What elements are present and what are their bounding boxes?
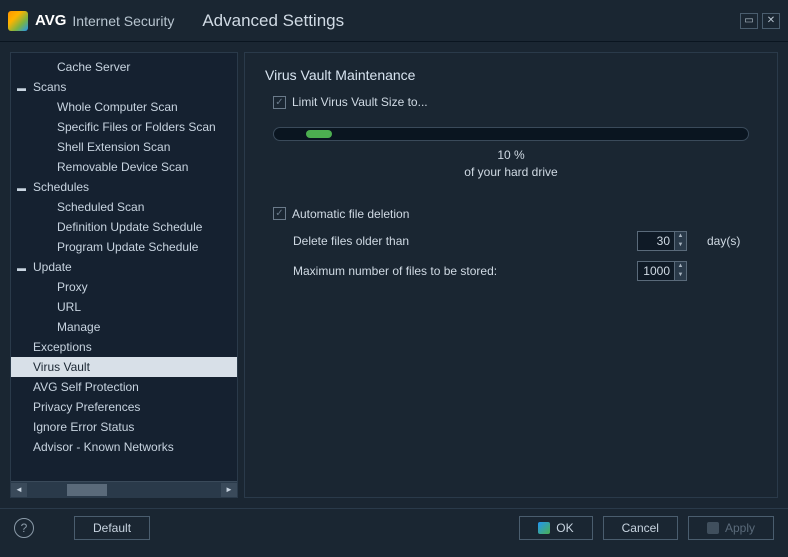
default-button[interactable]: Default bbox=[74, 516, 150, 540]
sidebar-scrollbar[interactable]: ◄ ► bbox=[11, 481, 237, 497]
brand-text: AVG bbox=[35, 12, 66, 29]
product-text: Internet Security bbox=[72, 13, 174, 29]
sidebar-item-whole-computer-scan[interactable]: Whole Computer Scan bbox=[11, 97, 237, 117]
logo-icon bbox=[8, 11, 28, 31]
spinner-down-icon[interactable]: ▼ bbox=[675, 271, 686, 280]
sidebar-item-label: Specific Files or Folders Scan bbox=[57, 120, 216, 134]
delete-older-unit: day(s) bbox=[707, 234, 757, 248]
max-files-spinner[interactable]: ▲ ▼ bbox=[637, 261, 687, 281]
sidebar-item-label: Ignore Error Status bbox=[33, 420, 134, 434]
window-title: Advanced Settings bbox=[202, 11, 344, 31]
settings-tree[interactable]: Cache Server ▬ Scans Whole Computer Scan Spe… bbox=[11, 53, 237, 481]
slider-subtext: of your hard drive bbox=[464, 165, 557, 179]
sidebar-item-label: Virus Vault bbox=[33, 360, 90, 374]
auto-delete-label: Automatic file deletion bbox=[292, 207, 409, 221]
cancel-button[interactable]: Cancel bbox=[603, 516, 678, 540]
sidebar-item-url[interactable]: URL bbox=[11, 297, 237, 317]
sidebar-item-definition-update-schedule[interactable]: Definition Update Schedule bbox=[11, 217, 237, 237]
titlebar: AVG Internet Security Advanced Settings … bbox=[0, 0, 788, 42]
sidebar-item-label: Manage bbox=[57, 320, 100, 334]
collapse-icon[interactable]: ▬ bbox=[17, 183, 29, 193]
minimize-button[interactable]: ▭ bbox=[740, 13, 758, 29]
sidebar-item-program-update-schedule[interactable]: Program Update Schedule bbox=[11, 237, 237, 257]
shield-icon bbox=[538, 522, 550, 534]
auto-delete-checkbox[interactable] bbox=[273, 207, 286, 220]
sidebar-item-manage[interactable]: Manage bbox=[11, 317, 237, 337]
sidebar-item-label: Program Update Schedule bbox=[57, 240, 198, 254]
slider-value: 10 % of your hard drive bbox=[273, 147, 749, 181]
ok-button[interactable]: OK bbox=[519, 516, 592, 540]
limit-vault-checkbox[interactable] bbox=[273, 96, 286, 109]
sidebar-item-label: Scans bbox=[33, 80, 66, 94]
limit-vault-label: Limit Virus Vault Size to... bbox=[292, 95, 428, 109]
slider-percent: 10 % bbox=[497, 148, 524, 162]
settings-sidebar: Cache Server ▬ Scans Whole Computer Scan Spe… bbox=[10, 52, 238, 498]
window-controls: ▭ ✕ bbox=[740, 13, 780, 29]
scroll-right-icon[interactable]: ► bbox=[221, 483, 237, 497]
sidebar-item-label: Whole Computer Scan bbox=[57, 100, 178, 114]
max-files-input[interactable] bbox=[638, 262, 674, 280]
apply-button[interactable]: Apply bbox=[688, 516, 774, 540]
main-panel: Virus Vault Maintenance Limit Virus Vaul… bbox=[244, 52, 778, 498]
sidebar-item-cache-server[interactable]: Cache Server bbox=[11, 57, 237, 77]
vault-size-slider[interactable] bbox=[273, 127, 749, 141]
sidebar-item-label: Removable Device Scan bbox=[57, 160, 188, 174]
sidebar-item-scans[interactable]: ▬ Scans bbox=[11, 77, 237, 97]
sidebar-item-label: Exceptions bbox=[33, 340, 92, 354]
sidebar-item-virus-vault[interactable]: Virus Vault bbox=[11, 357, 237, 377]
sidebar-item-exceptions[interactable]: Exceptions bbox=[11, 337, 237, 357]
sidebar-item-proxy[interactable]: Proxy bbox=[11, 277, 237, 297]
scroll-left-icon[interactable]: ◄ bbox=[11, 483, 27, 497]
sidebar-item-update[interactable]: ▬ Update bbox=[11, 257, 237, 277]
help-icon[interactable]: ? bbox=[14, 518, 34, 538]
sidebar-item-label: URL bbox=[57, 300, 81, 314]
sidebar-item-label: Cache Server bbox=[57, 60, 130, 74]
collapse-icon[interactable]: ▬ bbox=[17, 83, 29, 93]
sidebar-item-label: Definition Update Schedule bbox=[57, 220, 202, 234]
collapse-icon[interactable]: ▬ bbox=[17, 263, 29, 273]
sidebar-item-removable-device-scan[interactable]: Removable Device Scan bbox=[11, 157, 237, 177]
sidebar-item-ignore-error-status[interactable]: Ignore Error Status bbox=[11, 417, 237, 437]
delete-older-input[interactable] bbox=[638, 232, 674, 250]
sidebar-item-avg-self-protection[interactable]: AVG Self Protection bbox=[11, 377, 237, 397]
shield-grey-icon bbox=[707, 522, 719, 534]
sidebar-item-label: Update bbox=[33, 260, 72, 274]
sidebar-item-specific-files-or-folders-scan[interactable]: Specific Files or Folders Scan bbox=[11, 117, 237, 137]
section-title: Virus Vault Maintenance bbox=[265, 67, 757, 83]
spinner-up-icon[interactable]: ▲ bbox=[675, 262, 686, 271]
app-logo: AVG Internet Security bbox=[8, 11, 174, 31]
sidebar-item-label: Schedules bbox=[33, 180, 89, 194]
scroll-thumb[interactable] bbox=[67, 484, 107, 496]
sidebar-item-label: Scheduled Scan bbox=[57, 200, 144, 214]
sidebar-item-schedules[interactable]: ▬ Schedules bbox=[11, 177, 237, 197]
sidebar-item-advisor-known-networks[interactable]: Advisor - Known Networks bbox=[11, 437, 237, 457]
sidebar-item-scheduled-scan[interactable]: Scheduled Scan bbox=[11, 197, 237, 217]
sidebar-item-privacy-preferences[interactable]: Privacy Preferences bbox=[11, 397, 237, 417]
close-button[interactable]: ✕ bbox=[762, 13, 780, 29]
spinner-down-icon[interactable]: ▼ bbox=[675, 241, 686, 250]
sidebar-item-label: Privacy Preferences bbox=[33, 400, 140, 414]
spinner-up-icon[interactable]: ▲ bbox=[675, 232, 686, 241]
footer: ? Default OK Cancel Apply bbox=[0, 508, 788, 546]
slider-thumb[interactable] bbox=[306, 130, 332, 138]
sidebar-item-label: Advisor - Known Networks bbox=[33, 440, 174, 454]
delete-older-label: Delete files older than bbox=[293, 234, 637, 248]
sidebar-item-label: AVG Self Protection bbox=[33, 380, 139, 394]
sidebar-item-label: Shell Extension Scan bbox=[57, 140, 170, 154]
max-files-label: Maximum number of files to be stored: bbox=[293, 264, 637, 278]
sidebar-item-label: Proxy bbox=[57, 280, 88, 294]
delete-older-spinner[interactable]: ▲ ▼ bbox=[637, 231, 687, 251]
sidebar-item-shell-extension-scan[interactable]: Shell Extension Scan bbox=[11, 137, 237, 157]
